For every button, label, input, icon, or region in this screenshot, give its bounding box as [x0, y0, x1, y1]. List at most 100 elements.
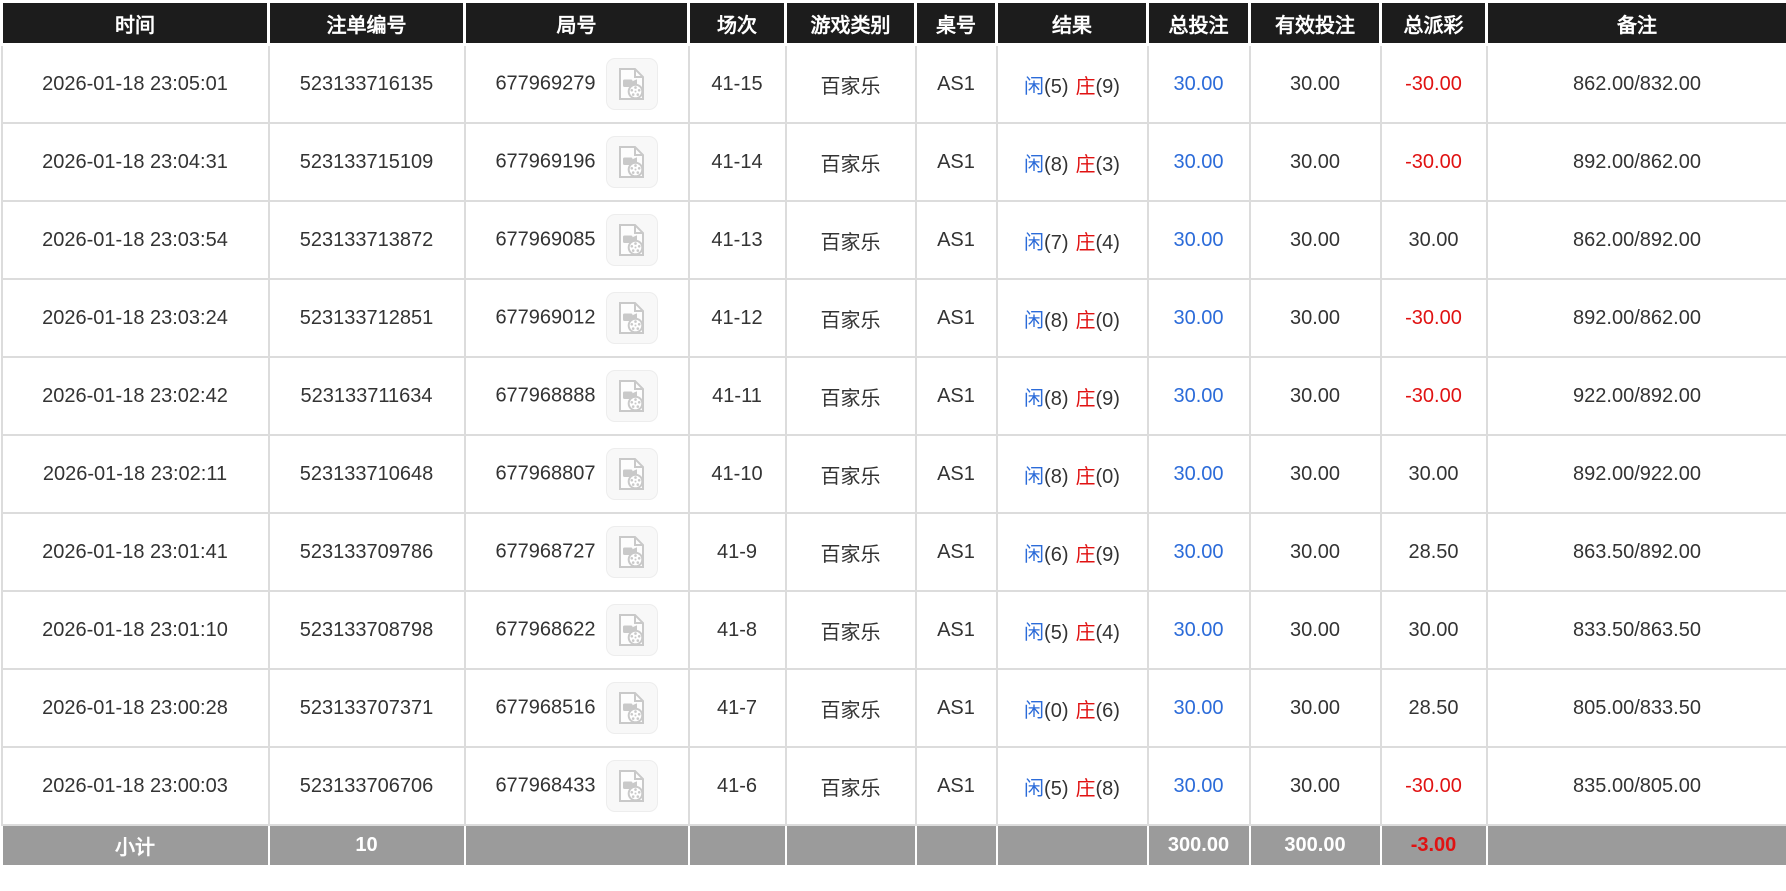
session-value: 41-11: [712, 384, 762, 407]
result-player-label: 闲: [1024, 699, 1045, 722]
cell-round-no: 677969085: [463, 200, 690, 280]
result-banker-label: 庄: [1075, 777, 1096, 800]
cell-round-no: 677969279: [463, 43, 690, 124]
cell-valid-bet: 30.00: [1248, 512, 1382, 592]
column-header-table-no: 桌号: [914, 0, 998, 46]
game-type-value: 百家乐: [820, 153, 881, 176]
payout-value: -30.00: [1405, 384, 1462, 407]
cell-round-no: 677968516: [463, 668, 690, 748]
total-bet-value: 30.00: [1173, 462, 1224, 485]
video-replay-button[interactable]: [605, 526, 658, 578]
cell-bet-no: 523133708798: [267, 590, 466, 670]
result-player-score: (8): [1044, 153, 1069, 176]
table-no-value: AS1: [937, 540, 975, 563]
cell-bet-no: 523133712851: [267, 278, 466, 358]
video-replay-button[interactable]: [605, 58, 658, 110]
cell-total-bet: 30.00: [1146, 434, 1251, 514]
remark-value: 833.50/863.50: [1573, 618, 1701, 641]
video-replay-button[interactable]: [605, 604, 658, 656]
session-value: 41-15: [711, 72, 763, 95]
cell-payout: -30.00: [1379, 43, 1488, 124]
cell-result: 闲(8) 庄(0): [995, 434, 1149, 514]
time-value: 2026-01-18 23:02:42: [42, 384, 228, 407]
cell-valid-bet: 30.00: [1248, 668, 1382, 748]
table-row: 2026-01-18 23:03:54 523133713872 6779690…: [0, 200, 1786, 280]
payout-value: 30.00: [1408, 462, 1459, 485]
video-replay-icon: [618, 770, 644, 802]
cell-valid-bet: 30.00: [1248, 434, 1382, 514]
result-banker-label: 庄: [1075, 309, 1096, 332]
cell-time: 2026-01-18 23:02:42: [0, 356, 270, 436]
round-no-value: 677969279: [495, 72, 596, 95]
cell-time: 2026-01-18 23:03:24: [0, 278, 270, 358]
summary-total-bet: 300.00: [1146, 824, 1251, 867]
cell-bet-no: 523133711634: [267, 356, 466, 436]
bet-records-table: 时间 注单编号 局号 场次 游戏类别 桌号 结果 总投注 有效投注 总派彩 备注…: [0, 0, 1786, 867]
valid-bet-value: 30.00: [1289, 618, 1341, 641]
result-player-label: 闲: [1024, 231, 1045, 254]
payout-value: 28.50: [1408, 540, 1459, 563]
time-value: 2026-01-18 23:03:24: [42, 306, 228, 329]
valid-bet-value: 30.00: [1289, 540, 1341, 563]
cell-round-no: 677968807: [463, 434, 690, 514]
session-value: 41-8: [716, 618, 758, 641]
cell-session: 41-8: [687, 590, 787, 670]
table-no-value: AS1: [937, 774, 975, 797]
video-replay-button[interactable]: [605, 760, 658, 812]
round-no-value: 677969085: [495, 228, 596, 251]
cell-table-no: AS1: [914, 122, 998, 202]
cell-remark: 922.00/892.00: [1485, 356, 1786, 436]
video-replay-button[interactable]: [605, 136, 658, 188]
result-player-score: (6): [1044, 543, 1069, 566]
valid-bet-value: 30.00: [1289, 306, 1341, 329]
cell-table-no: AS1: [914, 200, 998, 280]
column-header-session: 场次: [687, 0, 787, 46]
video-replay-button[interactable]: [605, 214, 658, 266]
cell-game-type: 百家乐: [784, 43, 917, 124]
session-value: 41-14: [711, 150, 763, 173]
game-type-value: 百家乐: [820, 777, 881, 800]
total-bet-value: 30.00: [1173, 696, 1224, 719]
summary-valid-bet: 300.00: [1248, 824, 1382, 867]
cell-total-bet: 30.00: [1146, 356, 1251, 436]
result-player-score: (5): [1044, 777, 1069, 800]
column-header-remark: 备注: [1485, 0, 1786, 46]
video-replay-button[interactable]: [605, 292, 658, 344]
cell-time: 2026-01-18 23:02:11: [0, 434, 270, 514]
cell-time: 2026-01-18 23:00:28: [0, 668, 270, 748]
cell-game-type: 百家乐: [784, 122, 917, 202]
session-value: 41-9: [716, 540, 758, 563]
cell-valid-bet: 30.00: [1248, 43, 1382, 124]
result-banker-label: 庄: [1075, 621, 1096, 644]
video-replay-button[interactable]: [605, 682, 658, 734]
result-player-score: (5): [1044, 75, 1069, 98]
cell-table-no: AS1: [914, 746, 998, 826]
session-value: 41-7: [716, 696, 758, 719]
result-player-score: (7): [1044, 231, 1069, 254]
cell-session: 41-13: [687, 200, 787, 280]
video-replay-button[interactable]: [605, 448, 658, 500]
result-banker-label: 庄: [1075, 231, 1096, 254]
cell-time: 2026-01-18 23:00:03: [0, 746, 270, 826]
cell-remark: 862.00/832.00: [1485, 43, 1786, 124]
result-player-label: 闲: [1024, 465, 1045, 488]
valid-bet-value: 30.00: [1289, 696, 1341, 719]
cell-session: 41-12: [687, 278, 787, 358]
result-player-label: 闲: [1024, 153, 1045, 176]
video-replay-icon: [618, 692, 644, 724]
cell-game-type: 百家乐: [784, 590, 917, 670]
summary-empty-round: [463, 824, 690, 867]
payout-value: 30.00: [1408, 618, 1459, 641]
remark-value: 892.00/862.00: [1573, 150, 1701, 173]
time-value: 2026-01-18 23:04:31: [42, 150, 228, 173]
bet-no-value: 523133713872: [299, 228, 434, 251]
valid-bet-value: 30.00: [1289, 384, 1341, 407]
summary-empty-remark: [1485, 824, 1786, 867]
video-replay-button[interactable]: [605, 370, 658, 422]
cell-table-no: AS1: [914, 668, 998, 748]
cell-total-bet: 30.00: [1146, 746, 1251, 826]
result-banker-score: (0): [1095, 465, 1120, 488]
result-banker-score: (9): [1095, 543, 1120, 566]
table-no-value: AS1: [937, 150, 975, 173]
valid-bet-value: 30.00: [1289, 228, 1341, 251]
